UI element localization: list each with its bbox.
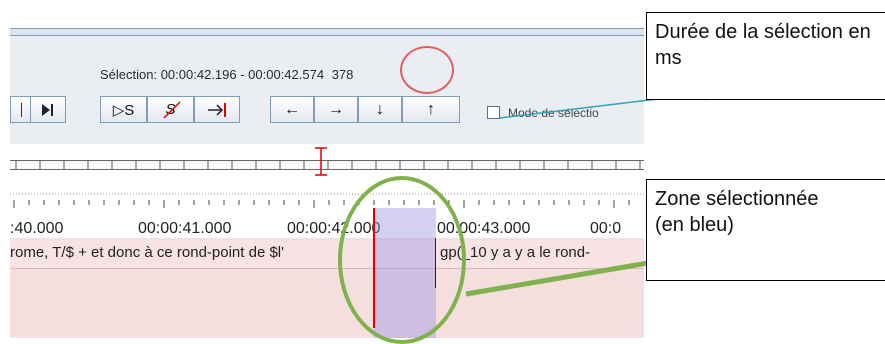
duration-callout: Durée de la sélection en ms (646, 12, 885, 100)
green-arrow-line (465, 259, 655, 297)
zone-callout: Zone sélectionnée (en bleu) (646, 179, 885, 281)
